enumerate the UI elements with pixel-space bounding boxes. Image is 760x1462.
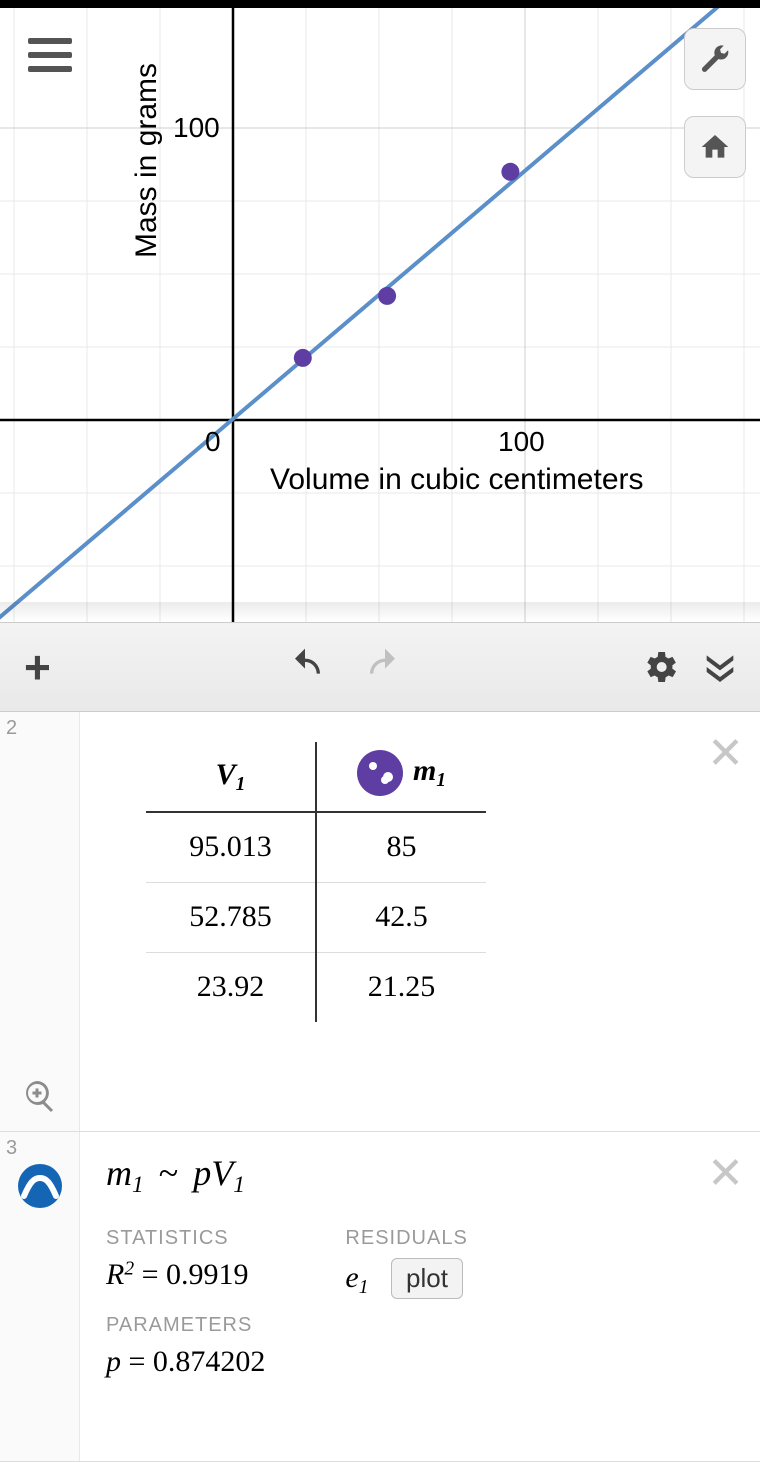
redo-button[interactable] xyxy=(365,647,405,687)
residual-var: e1 xyxy=(345,1261,368,1294)
magnifier-plus-icon xyxy=(22,1078,58,1114)
home-icon xyxy=(699,131,731,163)
parameters-label: PARAMETERS xyxy=(106,1314,265,1337)
col2-header[interactable]: m1 xyxy=(316,742,486,812)
expression-toolbar: + xyxy=(0,622,760,712)
col1-header[interactable]: V1 xyxy=(146,742,316,812)
expression-list: 2 ✕ V1 m1 95.01385 52.78542.5 23.9221.25 xyxy=(0,712,760,1462)
add-expression-button[interactable]: + xyxy=(24,640,51,694)
wrench-button[interactable] xyxy=(684,28,746,90)
x-tick-100: 100 xyxy=(498,426,545,458)
residuals-label: RESIDUALS xyxy=(345,1227,467,1250)
regression-equation[interactable]: m1 ~ pV1 xyxy=(106,1152,734,1199)
delete-row-button[interactable]: ✕ xyxy=(707,1152,744,1196)
x-axis-label: Volume in cubic centimeters xyxy=(270,463,644,497)
row-index: 2 xyxy=(6,717,17,740)
menu-icon[interactable] xyxy=(28,38,72,72)
data-table[interactable]: V1 m1 95.01385 52.78542.5 23.9221.25 xyxy=(146,742,486,1022)
scatter-marker-icon[interactable] xyxy=(357,750,403,796)
regression-icon[interactable] xyxy=(16,1162,64,1215)
origin-tick-label: 0 xyxy=(205,426,221,458)
table-row: 52.78542.5 xyxy=(146,882,486,952)
table-row: 23.9221.25 xyxy=(146,952,486,1022)
graph-canvas[interactable] xyxy=(0,8,760,622)
y-tick-100: 100 xyxy=(173,112,220,144)
delete-row-button[interactable]: ✕ xyxy=(707,732,744,776)
home-button[interactable] xyxy=(684,116,746,178)
collapse-button[interactable] xyxy=(700,647,740,687)
wrench-icon xyxy=(699,43,731,75)
zoom-fit-button[interactable] xyxy=(22,1078,58,1119)
r-squared-value: R2 = 0.9919 xyxy=(106,1258,265,1292)
y-axis-label: Mass in grams xyxy=(130,63,164,258)
graph-pane[interactable]: 0 100 100 Volume in cubic centimeters Ma… xyxy=(0,8,760,622)
row-index: 3 xyxy=(6,1137,17,1160)
table-row: 95.01385 xyxy=(146,812,486,882)
undo-button[interactable] xyxy=(285,647,325,687)
expression-row-table[interactable]: 2 ✕ V1 m1 95.01385 52.78542.5 23.9221.25 xyxy=(0,712,760,1132)
status-bar xyxy=(0,0,760,8)
plot-residuals-button[interactable]: plot xyxy=(391,1258,463,1299)
expression-row-regression[interactable]: 3 ✕ m1 ~ pV1 STATISTICS R2 = 0.9919 xyxy=(0,1132,760,1462)
parameter-p: p = 0.874202 xyxy=(106,1345,265,1379)
settings-button[interactable] xyxy=(640,647,680,687)
statistics-label: STATISTICS xyxy=(106,1227,265,1250)
